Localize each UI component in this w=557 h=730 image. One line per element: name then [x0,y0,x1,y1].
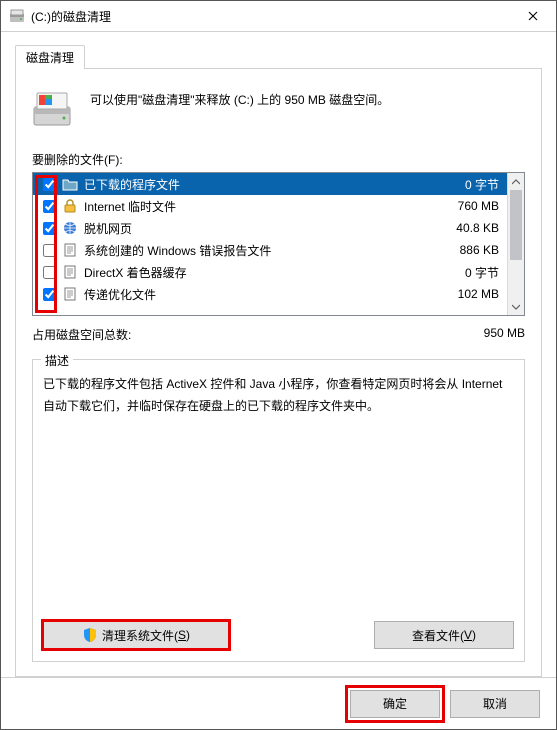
folder-icon [62,176,78,192]
file-checkbox[interactable] [43,288,56,301]
content-area: 磁盘清理 可以使用"磁盘清理"来释放 (C:) 上的 950 MB 磁盘空间。 [1,32,556,677]
file-name: DirectX 着色器缓存 [84,264,465,281]
close-button[interactable] [510,1,556,31]
footer: 确定 取消 [1,677,556,729]
file-size: 0 字节 [465,176,503,193]
description-text: 已下载的程序文件包括 ActiveX 控件和 Java 小程序，你查看特定网页时… [43,374,514,417]
scroll-down-button[interactable] [508,298,524,315]
file-size: 40.8 KB [456,221,503,235]
info-text: 可以使用"磁盘清理"来释放 (C:) 上的 950 MB 磁盘空间。 [90,87,389,110]
file-checkbox[interactable] [43,266,56,279]
file-checkbox[interactable] [43,178,56,191]
file-name: 系统创建的 Windows 错误报告文件 [84,242,460,259]
group-buttons: 清理系统文件(S) 查看文件(V) [43,613,514,649]
info-row: 可以使用"磁盘清理"来释放 (C:) 上的 950 MB 磁盘空间。 [32,87,525,129]
scrollbar[interactable] [507,173,524,315]
chevron-up-icon [512,179,520,185]
scroll-thumb[interactable] [510,190,522,260]
files-listbox[interactable]: 已下载的程序文件0 字节Internet 临时文件760 MB脱机网页40.8 … [32,172,525,316]
file-name: 脱机网页 [84,220,456,237]
file-checkbox[interactable] [43,222,56,235]
file-icon [62,286,78,302]
list-item[interactable]: 已下载的程序文件0 字节 [33,173,507,195]
file-size: 760 MB [458,199,503,213]
description-title: 描述 [41,352,73,369]
cancel-button[interactable]: 取消 [450,690,540,718]
file-name: 传递优化文件 [84,286,458,303]
scroll-track[interactable] [508,260,524,298]
tab-disk-cleanup[interactable]: 磁盘清理 [15,45,85,69]
list-item[interactable]: Internet 临时文件760 MB [33,195,507,217]
file-icon [62,242,78,258]
close-icon [528,11,538,21]
total-value: 950 MB [484,326,525,343]
file-name: 已下载的程序文件 [84,176,465,193]
files-label: 要删除的文件(F): [32,151,525,168]
view-files-button[interactable]: 查看文件(V) [374,621,514,649]
list-item[interactable]: DirectX 着色器缓存0 字节 [33,261,507,283]
file-size: 102 MB [458,287,503,301]
web-icon [62,220,78,236]
drive-icon-small [9,8,25,24]
list-item[interactable]: 传递优化文件102 MB [33,283,507,305]
disk-cleanup-window: (C:)的磁盘清理 磁盘清理 [0,0,557,730]
file-checkbox[interactable] [43,200,56,213]
total-row: 占用磁盘空间总数: 950 MB [32,326,525,343]
tabstrip: 磁盘清理 [15,44,542,68]
clean-system-files-button[interactable]: 清理系统文件(S) [43,621,229,649]
drive-icon [32,89,72,129]
file-icon [62,264,78,280]
file-name: Internet 临时文件 [84,198,458,215]
lock-icon [62,198,78,214]
scroll-up-button[interactable] [508,173,524,190]
description-group: 描述 已下载的程序文件包括 ActiveX 控件和 Java 小程序，你查看特定… [32,359,525,662]
file-checkbox[interactable] [43,244,56,257]
file-size: 886 KB [460,243,503,257]
window-title: (C:)的磁盘清理 [31,8,510,25]
ok-button[interactable]: 确定 [350,690,440,718]
shield-icon [82,627,98,643]
list-item[interactable]: 脱机网页40.8 KB [33,217,507,239]
tab-panel: 可以使用"磁盘清理"来释放 (C:) 上的 950 MB 磁盘空间。 要删除的文… [15,68,542,677]
chevron-down-icon [512,304,520,310]
file-size: 0 字节 [465,264,503,281]
list-item[interactable]: 系统创建的 Windows 错误报告文件886 KB [33,239,507,261]
titlebar: (C:)的磁盘清理 [1,1,556,32]
total-label: 占用磁盘空间总数: [32,326,484,343]
